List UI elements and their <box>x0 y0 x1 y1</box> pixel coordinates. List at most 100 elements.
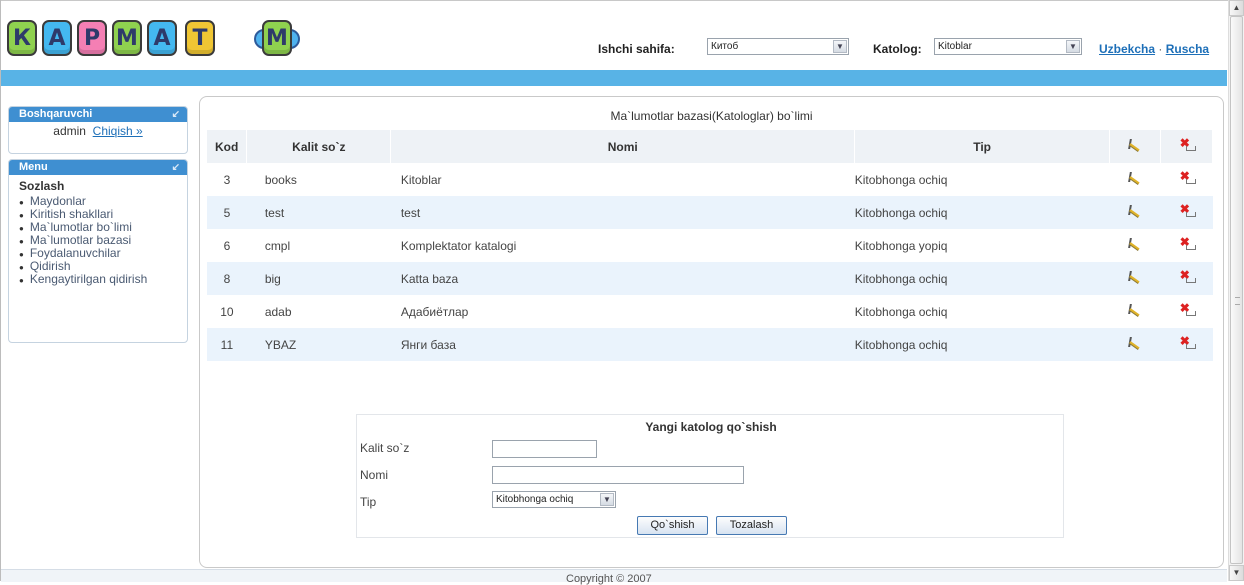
cell-tip: Kitobhonga ochiq <box>854 196 1110 229</box>
cell-nomi: Katta baza <box>390 262 855 295</box>
row-edit-cell <box>1109 196 1161 229</box>
row-edit-cell <box>1109 328 1161 361</box>
scroll-down-icon[interactable]: ▼ <box>1229 565 1244 581</box>
edit-icon[interactable] <box>1128 337 1142 349</box>
cell-kod: 3 <box>223 172 231 187</box>
grip-icon <box>1235 297 1240 305</box>
scrollbar-thumb[interactable] <box>1230 16 1243 564</box>
name-input[interactable] <box>492 466 744 484</box>
cell-tip: Kitobhonga ochiq <box>854 262 1110 295</box>
menu-panel-title: Menu ↙ <box>9 160 187 175</box>
window-border-left <box>0 0 1 581</box>
cell-tip: Kitobhonga ochiq <box>854 172 948 187</box>
admin-username: admin <box>53 124 86 138</box>
cell-kod: 11 <box>207 328 247 361</box>
collapse-icon[interactable]: ↙ <box>172 160 180 175</box>
lang-russian-link[interactable]: Ruscha <box>1166 42 1209 56</box>
edit-icon <box>1128 139 1142 151</box>
work-page-value: Китоб <box>711 41 739 52</box>
vertical-scrollbar[interactable]: ▲ ▼ <box>1228 0 1244 581</box>
menu-panel: Menu ↙ Sozlash Maydonlar Kiritish shakll… <box>8 159 188 343</box>
table-row: 5 test test Kitobhonga ochiq ✖ <box>207 196 1213 229</box>
logout-link[interactable]: Chiqish » <box>93 124 143 138</box>
catalog-label: Katolog: <box>873 42 922 56</box>
menu-item-kengaytirilgan-qidirish[interactable]: Kengaytirilgan qidirish <box>19 273 187 286</box>
cell-key: YBAZ <box>246 328 391 361</box>
logo-letter-tile: М <box>112 20 142 56</box>
page-title: Ma`lumotlar bazasi(Katologlar) bo`limi <box>610 109 813 123</box>
delete-icon[interactable]: ✖ <box>1180 268 1196 283</box>
column-header-tip: Tip <box>854 130 1111 163</box>
admin-panel: Boshqaruvchi ↙ admin Chiqish » <box>8 106 188 154</box>
column-header-kod: Kod <box>207 130 248 163</box>
catalog-select[interactable]: Kitoblar ▼ <box>934 38 1082 55</box>
lang-uzbek-link[interactable]: Uzbekcha <box>1099 42 1155 56</box>
delete-icon[interactable]: ✖ <box>1180 169 1196 184</box>
chevron-down-icon[interactable]: ▼ <box>1066 40 1080 53</box>
chevron-down-icon[interactable]: ▼ <box>833 40 847 53</box>
delete-icon: ✖ <box>1180 136 1196 151</box>
cell-kod: 8 <box>207 262 247 295</box>
clear-button[interactable]: Tozalash <box>716 516 787 535</box>
header-bar <box>1 70 1227 86</box>
table-row: 10 adab Адабиётлар Kitobhonga ochiq ✖ <box>207 295 1213 328</box>
add-catalog-title: Yangi katolog qo`shish <box>645 420 777 434</box>
chevron-down-icon[interactable]: ▼ <box>600 493 614 506</box>
scroll-up-icon[interactable]: ▲ <box>1229 0 1244 16</box>
cell-kod: 6 <box>223 238 231 253</box>
work-page-label: Ishchi sahifa: <box>598 42 675 56</box>
cell-key: test <box>246 196 391 229</box>
delete-icon[interactable]: ✖ <box>1180 235 1196 250</box>
admin-panel-title: Boshqaruvchi ↙ <box>9 107 187 122</box>
delete-icon[interactable]: ✖ <box>1180 301 1196 316</box>
row-delete-cell: ✖ <box>1161 229 1213 262</box>
logo-letter-tile: Т <box>185 20 215 56</box>
collapse-icon[interactable]: ↙ <box>172 107 180 122</box>
logo-letter-tile: А <box>147 20 177 56</box>
row-delete-cell: ✖ <box>1160 196 1213 229</box>
copyright-text: Copyright © 2007 <box>566 573 652 585</box>
logo-letter-tile: М <box>262 20 292 56</box>
cell-nomi: test <box>390 196 855 229</box>
delete-icon[interactable]: ✖ <box>1180 334 1196 349</box>
catalog-value: Kitoblar <box>938 41 972 52</box>
row-delete-cell: ✖ <box>1161 163 1213 196</box>
edit-icon[interactable] <box>1128 271 1142 283</box>
logo-letter-tile: К <box>7 20 37 56</box>
edit-icon[interactable] <box>1128 238 1142 250</box>
key-label: Kalit so`z <box>360 441 410 455</box>
cell-key: books <box>264 172 297 187</box>
table-row: 3 books Kitoblar Kitobhonga ochiq ✖ <box>207 163 1213 196</box>
cell-tip: Kitobhonga ochiq <box>854 304 948 319</box>
edit-icon[interactable] <box>1128 172 1142 184</box>
lang-separator: · <box>1158 42 1163 56</box>
window-border-top <box>0 0 1228 1</box>
edit-icon[interactable] <box>1128 205 1142 217</box>
row-edit-cell <box>1110 163 1161 196</box>
type-value: Kitobhonga ochiq <box>496 494 574 505</box>
column-header-delete: ✖ <box>1160 130 1213 163</box>
delete-icon[interactable]: ✖ <box>1180 202 1196 217</box>
row-edit-cell <box>1110 229 1161 262</box>
row-delete-cell: ✖ <box>1160 262 1213 295</box>
key-input[interactable] <box>492 440 597 458</box>
cell-nomi: Янги база <box>390 328 855 361</box>
table-row: 6 cmpl Komplektator katalogi Kitobhonga yop… <box>207 229 1213 262</box>
cell-nomi: Komplektator katalogi <box>400 238 517 253</box>
cell-kod: 10 <box>220 304 234 319</box>
admin-info: admin Chiqish » <box>9 122 187 144</box>
type-select[interactable]: Kitobhonga ochiq ▼ <box>492 491 616 508</box>
menu-list: Maydonlar Kiritish shakllari Ma`lumotlar… <box>9 195 187 294</box>
add-button[interactable]: Qo`shish <box>637 516 708 535</box>
work-page-select[interactable]: Китоб ▼ <box>707 38 849 55</box>
cell-tip: Kitobhonga yopiq <box>854 238 948 253</box>
edit-icon[interactable] <box>1128 304 1142 316</box>
type-label: Tip <box>360 495 377 509</box>
column-header-edit <box>1109 130 1162 163</box>
menu-panel-title-text: Menu <box>19 161 48 173</box>
cell-nomi: Адабиётлар <box>400 304 469 319</box>
row-edit-cell <box>1110 295 1161 328</box>
row-delete-cell: ✖ <box>1160 328 1213 361</box>
table-row: 8 big Katta baza Kitobhonga ochiq ✖ <box>207 262 1213 295</box>
cell-key: adab <box>264 304 292 319</box>
